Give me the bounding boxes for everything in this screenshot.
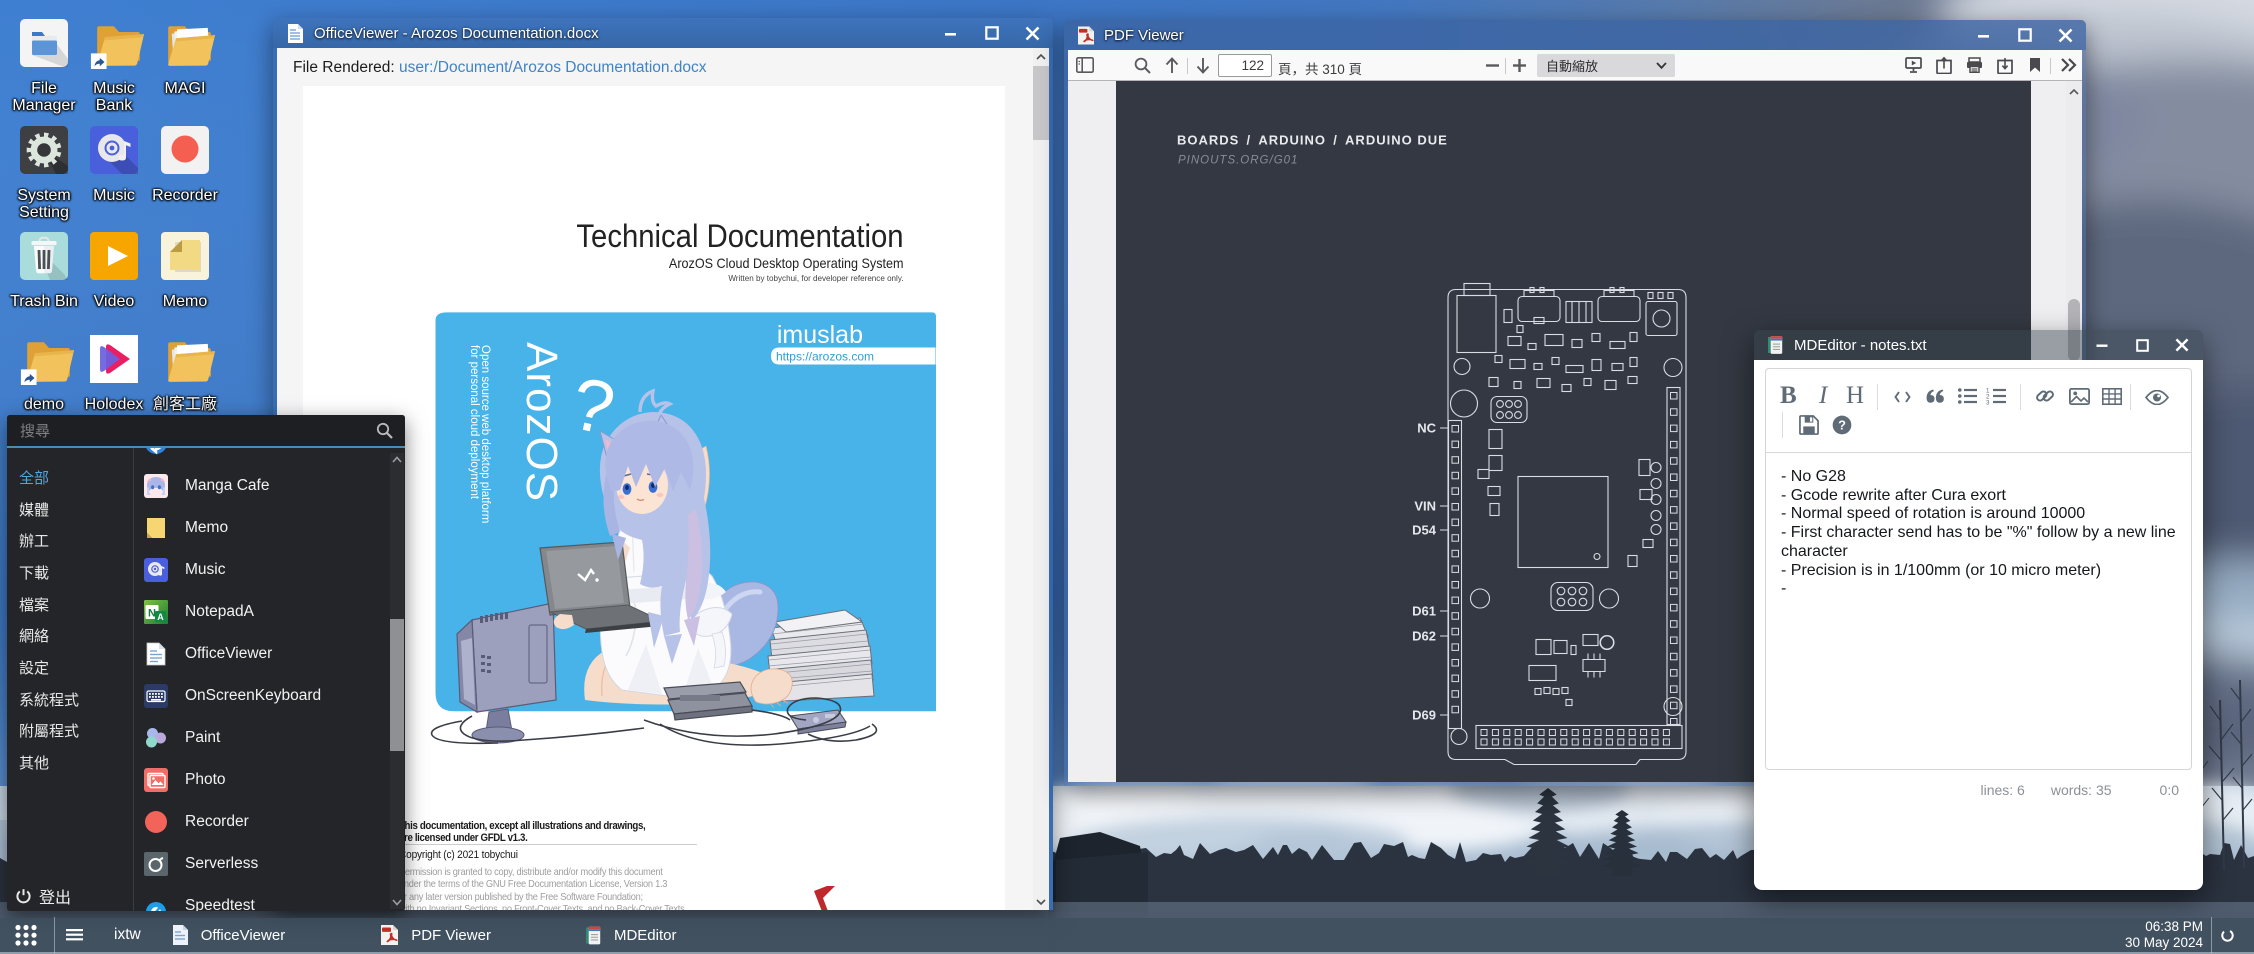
svg-text:https://arozos.com: https://arozos.com [776, 350, 874, 364]
svg-text:N: N [148, 608, 156, 620]
svg-text:NC: NC [1417, 421, 1436, 436]
svg-text:D54: D54 [1412, 523, 1437, 538]
svg-text:D62: D62 [1412, 629, 1436, 644]
svg-text:D61: D61 [1412, 604, 1436, 619]
svg-text:?: ? [1838, 417, 1846, 432]
svg-text:D69: D69 [1412, 708, 1436, 723]
svg-text:3: 3 [1986, 400, 1990, 406]
svg-text:A: A [157, 612, 164, 622]
svg-text:ao. o: ao. o [783, 902, 872, 910]
svg-text:imuslab: imuslab [777, 321, 863, 349]
svg-text:VIN: VIN [1414, 499, 1436, 514]
svg-text:ArozOS: ArozOS [517, 342, 566, 502]
svg-text:PINOUTS.ORG/G01: PINOUTS.ORG/G01 [1178, 155, 1298, 167]
svg-text:BOARDS / ARDUINO / ARDUINO: BOARDS / ARDUINO / ARDUINO DUE [1177, 133, 1448, 148]
svg-text:for personal cloud deployment: for personal cloud deployment [468, 345, 480, 500]
